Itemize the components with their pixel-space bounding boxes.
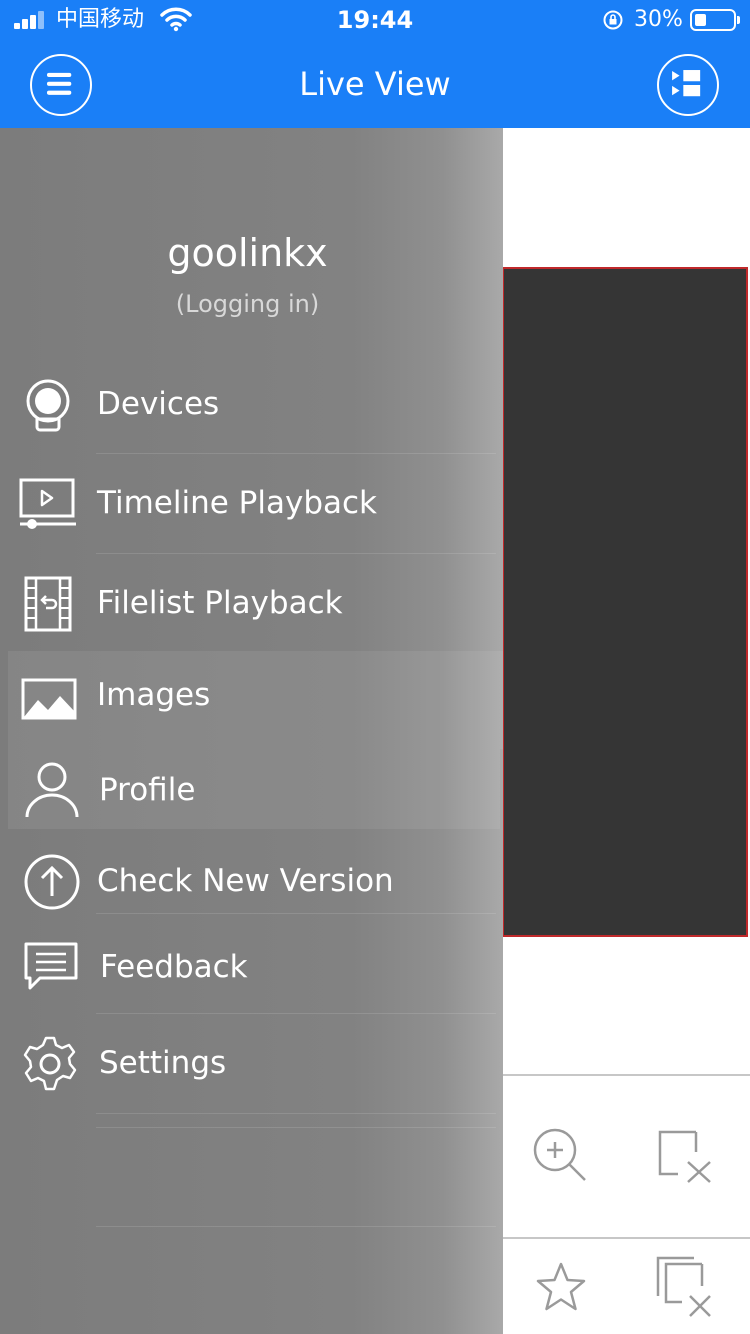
video-window[interactable] — [502, 267, 748, 937]
menu-label: Filelist Playback — [97, 585, 343, 621]
menu-label: Images — [97, 677, 211, 713]
toolbar-divider — [502, 1237, 750, 1239]
orientation-lock-icon — [603, 10, 623, 30]
status-bar: 中国移动 19:44 30% — [0, 0, 750, 40]
film-icon — [24, 576, 72, 632]
menu-label: Profile — [99, 772, 196, 808]
chat-icon — [24, 942, 78, 990]
menu-label: Check New Version — [97, 863, 394, 899]
nav-bar: Live View — [0, 40, 750, 128]
menu-label: Timeline Playback — [97, 485, 377, 521]
close-window-icon[interactable] — [650, 1122, 714, 1186]
menu-item-filelist-playback[interactable]: Filelist Playback — [0, 559, 503, 649]
menu-item-timeline-playback[interactable]: Timeline Playback — [0, 459, 503, 549]
gear-icon — [23, 1036, 77, 1091]
split-screen-icon — [672, 70, 701, 97]
menu-item-images[interactable]: Images — [8, 651, 503, 749]
split-screen-button[interactable] — [657, 54, 719, 116]
login-status: (Logging in) — [175, 290, 320, 318]
image-icon — [21, 678, 77, 720]
camera-icon — [26, 379, 70, 432]
page-title: Live View — [299, 65, 451, 103]
menu-label: Settings — [99, 1045, 227, 1081]
upload-arrow-icon — [24, 854, 80, 910]
battery-percent: 30% — [634, 7, 683, 32]
battery-icon — [690, 9, 740, 31]
timeline-playback-icon — [19, 478, 76, 529]
toolbar-divider — [502, 1074, 750, 1076]
username: goolinkx — [167, 231, 328, 275]
user-icon — [25, 762, 79, 818]
menu-item-settings[interactable]: Settings — [0, 1019, 503, 1109]
zoom-in-icon[interactable] — [527, 1122, 591, 1186]
menu-item-feedback[interactable]: Feedback — [0, 923, 503, 1013]
menu-label: Feedback — [100, 949, 248, 985]
menu-item-profile[interactable]: Profile — [8, 749, 500, 829]
close-all-windows-icon[interactable] — [650, 1254, 714, 1318]
side-drawer: goolinkx (Logging in) Devices Timeline P… — [0, 128, 503, 1334]
menu-item-devices[interactable]: Devices — [0, 360, 503, 450]
favorite-star-icon[interactable] — [529, 1256, 593, 1320]
menu-label: Devices — [97, 386, 220, 422]
